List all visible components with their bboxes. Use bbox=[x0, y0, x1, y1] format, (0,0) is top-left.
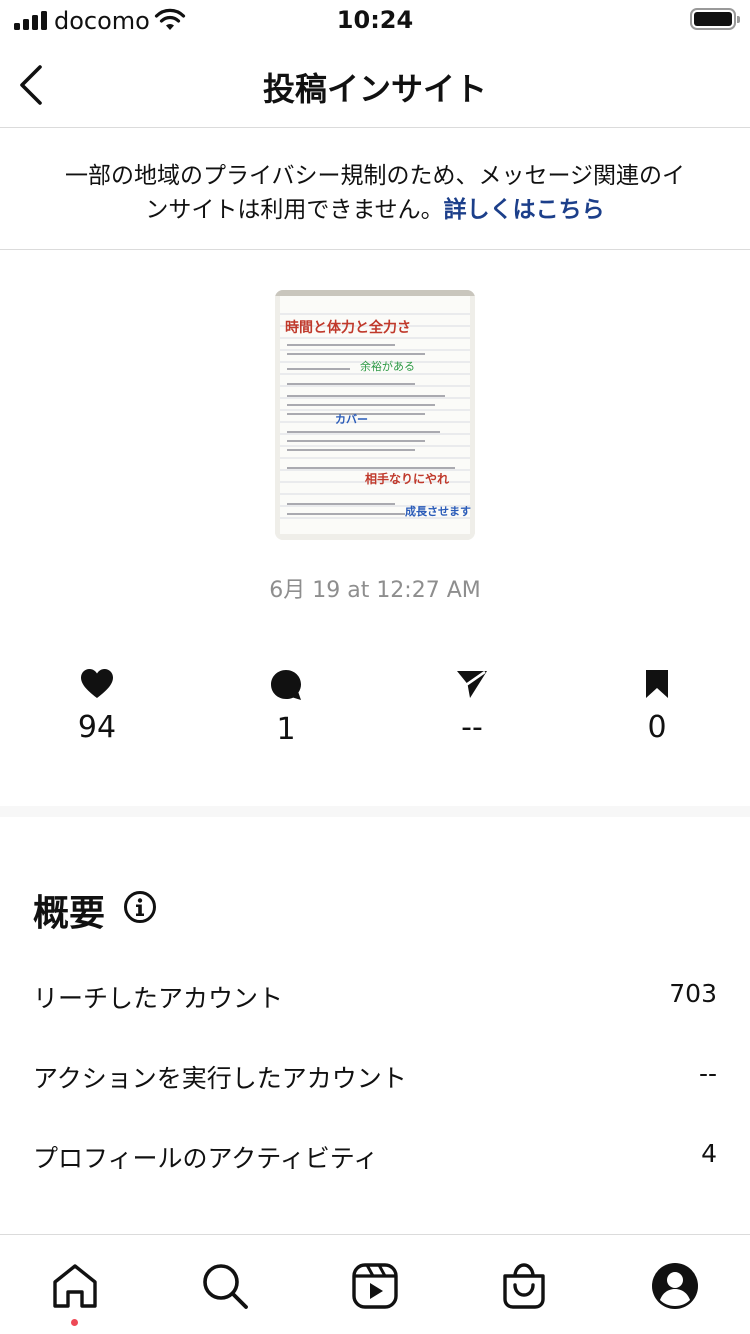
comment-icon bbox=[271, 670, 301, 700]
comments-stat: 1 bbox=[226, 668, 346, 747]
likes-stat: 94 bbox=[37, 668, 157, 745]
row-label: プロフィールのアクティビティ bbox=[33, 1144, 379, 1173]
row-value: 4 bbox=[701, 1139, 717, 1168]
nav-header: 投稿インサイト bbox=[0, 44, 750, 128]
row-value: -- bbox=[698, 1059, 717, 1088]
home-icon[interactable] bbox=[50, 1261, 100, 1311]
saves-stat: 0 bbox=[597, 668, 717, 745]
battery-icon bbox=[690, 8, 740, 30]
overview-row-reach[interactable]: リーチしたアカウント 703 bbox=[33, 979, 717, 1015]
status-time: 10:24 bbox=[336, 6, 414, 34]
reels-icon[interactable] bbox=[350, 1261, 400, 1311]
bookmark-icon bbox=[646, 670, 668, 698]
bottom-tab-bar bbox=[0, 1234, 750, 1334]
section-divider bbox=[0, 806, 750, 817]
notification-dot bbox=[71, 1319, 78, 1326]
profile-avatar-icon[interactable] bbox=[650, 1261, 700, 1311]
overview-title: 概要 bbox=[33, 893, 106, 934]
notebook-image: 時間と体力と全力さ 余裕がある カバー 相手なりにやれ 成長させます bbox=[275, 290, 475, 540]
overview-row-profile-activity[interactable]: プロフィールのアクティビティ 4 bbox=[33, 1139, 717, 1175]
shares-count: -- bbox=[461, 710, 483, 745]
info-icon[interactable] bbox=[123, 890, 157, 924]
overview-row-actions[interactable]: アクションを実行したアカウント -- bbox=[33, 1059, 717, 1095]
post-date: 6月 19 at 12:27 AM bbox=[269, 578, 481, 603]
thumb-blue-note-2: 成長させます bbox=[405, 504, 471, 518]
thumb-green-note: 余裕がある bbox=[360, 359, 415, 373]
shop-bag-icon[interactable] bbox=[499, 1261, 549, 1311]
shares-stat: -- bbox=[412, 668, 532, 745]
privacy-notice: 一部の地域のプライバシー規制のため、メッセージ関連のインサイトは利用できません。… bbox=[0, 129, 750, 250]
heart-icon bbox=[81, 669, 113, 698]
thumb-title: 時間と体力と全力さ bbox=[285, 319, 411, 336]
row-label: アクションを実行したアカウント bbox=[33, 1064, 407, 1093]
likes-count: 94 bbox=[77, 710, 117, 745]
thumb-blue-note: カバー bbox=[335, 413, 368, 426]
comments-count: 1 bbox=[276, 712, 296, 747]
page-title: 投稿インサイト bbox=[262, 70, 487, 108]
row-value: 703 bbox=[669, 979, 717, 1008]
thumb-red-note: 相手なりにやれ bbox=[365, 471, 449, 486]
status-bar: docomo 10:24 bbox=[0, 0, 750, 44]
saves-count: 0 bbox=[647, 710, 667, 745]
post-thumbnail[interactable]: 時間と体力と全力さ 余裕がある カバー 相手なりにやれ 成長させます bbox=[275, 290, 475, 540]
learn-more-link[interactable]: 詳しくはこちら bbox=[444, 197, 605, 223]
send-icon bbox=[457, 671, 487, 698]
search-icon[interactable] bbox=[200, 1261, 250, 1311]
row-label: リーチしたアカウント bbox=[33, 984, 284, 1013]
engagement-stats: 94 1 -- 0 bbox=[0, 668, 750, 758]
